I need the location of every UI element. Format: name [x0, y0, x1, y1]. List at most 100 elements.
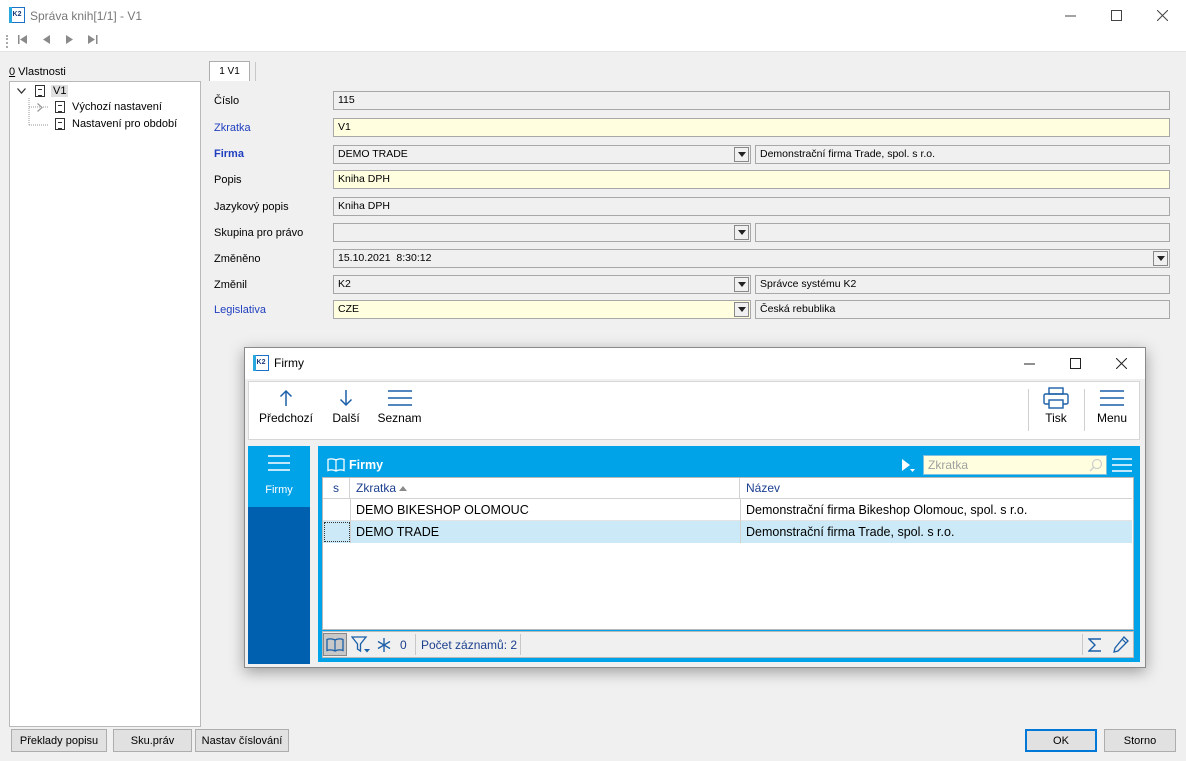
document-icon	[35, 85, 45, 97]
first-icon	[18, 35, 27, 44]
toolbar-separator	[1084, 389, 1085, 431]
row-focus-cell	[324, 522, 350, 542]
snowflake-icon[interactable]	[376, 637, 392, 653]
zmenil-description: Správce systému K2	[755, 275, 1170, 294]
skupina-select[interactable]	[333, 223, 751, 242]
play-icon[interactable]	[901, 459, 915, 473]
book-icon	[327, 458, 345, 472]
chevron-right-icon[interactable]	[37, 103, 43, 112]
close-icon	[1115, 358, 1127, 369]
firma-description: Demonstrační firma Trade, spol. s r.o.	[755, 145, 1170, 164]
hamburger-menu-icon	[268, 455, 290, 471]
window-title: Správa knih[1/1] - V1	[30, 9, 143, 23]
firma-dropdown-button[interactable]	[734, 147, 749, 162]
footer-divider	[415, 634, 416, 655]
legislativa-dropdown-button[interactable]	[734, 302, 749, 317]
column-header-zkratka[interactable]: Zkratka	[350, 478, 740, 499]
jazykovy-popis-field[interactable]: Kniha DPH	[333, 197, 1170, 216]
maximize-button[interactable]	[1093, 0, 1139, 31]
label-jazykovy-popis: Jazykový popis	[214, 201, 289, 213]
menu-button[interactable]: Menu	[1092, 385, 1132, 435]
column-divider	[350, 521, 351, 543]
last-record-button[interactable]	[84, 33, 102, 49]
document-icon	[55, 118, 65, 130]
tree-item-period-settings[interactable]: Nastavení pro období	[72, 118, 177, 130]
column-header-zkratka-label: Zkratka	[356, 481, 397, 495]
translations-button[interactable]: Překlady popisu	[11, 729, 107, 752]
chevron-down-icon[interactable]	[17, 88, 26, 95]
record-count: Počet záznamů: 2	[421, 638, 518, 652]
printer-icon	[1043, 387, 1069, 409]
zmeneno-dropdown-button[interactable]	[1153, 251, 1168, 266]
print-button[interactable]: Tisk	[1036, 385, 1076, 435]
column-header-nazev[interactable]: Název	[740, 478, 1132, 499]
tree-item-root[interactable]: V1	[51, 85, 69, 97]
tab-v1[interactable]: 1 V1	[209, 61, 250, 81]
k2-logo-icon: K2	[9, 7, 25, 23]
properties-label: 0 Vlastnosti	[9, 66, 66, 78]
zmeneno-field[interactable]: 15.10.2021 8:30:12	[333, 249, 1170, 268]
toolbar-separator	[1028, 389, 1029, 431]
label-zmenil: Změnil	[214, 279, 248, 291]
set-numbering-button[interactable]: Nastav číslování	[195, 729, 289, 752]
label-legislativa: Legislativa	[214, 304, 266, 316]
minimize-button[interactable]	[1047, 0, 1093, 31]
list-icon	[387, 390, 412, 406]
permission-groups-button[interactable]: Sku.práv	[113, 729, 192, 752]
label-zmeneno: Změněno	[214, 253, 261, 265]
previous-icon	[43, 35, 50, 44]
tree-item-default-settings[interactable]: Výchozí nastavení	[72, 101, 162, 113]
next-button[interactable]: Další	[328, 385, 364, 435]
previous-button[interactable]: Předchozí	[257, 385, 315, 435]
sum-icon[interactable]	[1088, 637, 1102, 653]
book-view-button[interactable]	[323, 633, 347, 656]
skupina-description	[755, 223, 1170, 242]
arrow-down-icon	[339, 390, 353, 407]
first-record-button[interactable]	[14, 33, 32, 49]
list-button[interactable]: Seznam	[376, 385, 423, 435]
edit-pencil-icon[interactable]	[1113, 636, 1129, 653]
cell-nazev: Demonstrační firma Bikeshop Olomouc, spo…	[746, 503, 1028, 517]
grid-menu-icon[interactable]	[1112, 457, 1132, 473]
search-input[interactable]: Zkratka	[923, 455, 1107, 475]
previous-record-button[interactable]	[37, 33, 55, 49]
dialog-maximize-button[interactable]	[1052, 348, 1098, 379]
filter-icon[interactable]	[351, 636, 371, 654]
next-record-button[interactable]	[61, 33, 79, 49]
cell-zkratka: DEMO TRADE	[356, 525, 440, 539]
dialog-close-button[interactable]	[1098, 348, 1144, 379]
last-icon	[88, 35, 98, 44]
cislo-field: 115	[333, 91, 1170, 110]
column-header-s[interactable]: s	[323, 478, 350, 499]
minimize-icon	[1023, 363, 1035, 365]
skupina-dropdown-button[interactable]	[734, 225, 749, 240]
menu-label: Menu	[1096, 411, 1128, 425]
k2-logo-icon: K2	[253, 355, 269, 371]
sort-ascending-icon	[399, 486, 408, 491]
book-icon	[326, 637, 344, 652]
tab-divider	[255, 62, 256, 81]
zkratka-field[interactable]: V1	[333, 118, 1170, 137]
cancel-button[interactable]: Storno	[1104, 729, 1176, 752]
dialog-minimize-button[interactable]	[1006, 348, 1052, 379]
zmenil-select[interactable]: K2	[333, 275, 751, 294]
ok-button[interactable]: OK	[1025, 729, 1097, 752]
legislativa-description: Česká rebublika	[755, 300, 1170, 319]
close-button[interactable]	[1139, 0, 1185, 31]
firma-select[interactable]: DEMO TRADE	[333, 145, 751, 164]
zmenil-dropdown-button[interactable]	[734, 277, 749, 292]
previous-label: Předchozí	[258, 411, 314, 425]
footer-divider	[1082, 634, 1083, 655]
maximize-icon	[1110, 10, 1122, 21]
popis-field[interactable]: Kniha DPH	[333, 170, 1170, 189]
print-label: Tisk	[1045, 411, 1067, 425]
cell-zkratka: DEMO BIKESHOP OLOMOUC	[356, 503, 529, 517]
label-cislo: Číslo	[214, 95, 240, 107]
table-row-selected[interactable]	[323, 521, 1132, 543]
footer-divider	[520, 634, 521, 655]
minimize-icon	[1064, 15, 1076, 17]
next-label: Další	[332, 411, 360, 425]
label-firma: Firma	[214, 148, 244, 160]
label-zkratka: Zkratka	[214, 122, 251, 134]
legislativa-select[interactable]: CZE	[333, 300, 751, 319]
